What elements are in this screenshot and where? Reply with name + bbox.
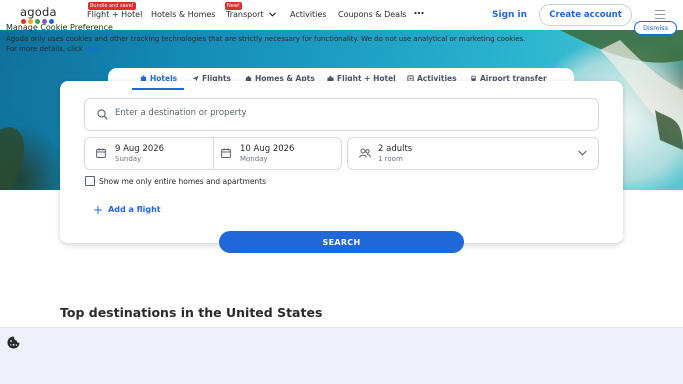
destination-input[interactable] bbox=[115, 108, 585, 118]
chevron-down-icon[interactable] bbox=[578, 150, 587, 156]
nav-hotels-homes[interactable]: Hotels & Homes bbox=[151, 10, 215, 19]
plus-icon: + bbox=[93, 202, 104, 217]
nav-coupons-deals[interactable]: Coupons & Deals bbox=[338, 10, 406, 19]
dismiss-button[interactable]: Dismiss bbox=[634, 21, 677, 35]
nav-activities[interactable]: Activities bbox=[290, 10, 327, 19]
search-icon bbox=[97, 109, 108, 120]
date-divider bbox=[213, 138, 214, 169]
occupancy-adults: 2 adults bbox=[378, 144, 413, 154]
entire-homes-checkbox[interactable] bbox=[85, 176, 95, 186]
cookie-details-link[interactable]: here bbox=[85, 45, 101, 53]
checkin-day: Sunday bbox=[115, 155, 142, 163]
search-button[interactable]: SEARCH bbox=[219, 231, 464, 253]
agoda-logo[interactable]: agoda bbox=[20, 5, 60, 25]
sign-in-link[interactable]: Sign in bbox=[492, 10, 527, 20]
nav-flight-hotel[interactable]: Flight + Hotel bbox=[87, 10, 142, 19]
destination-field[interactable] bbox=[84, 98, 599, 131]
cookie-text: Agoda only uses cookies and other tracki… bbox=[6, 35, 526, 53]
logo-text: agoda bbox=[20, 5, 57, 19]
bundle-badge: Bundle and save! bbox=[88, 2, 136, 10]
calendar-checkout-icon bbox=[221, 148, 231, 158]
entire-homes-label[interactable]: Show me only entire homes and apartments bbox=[99, 177, 266, 186]
cookie-banner bbox=[0, 327, 683, 384]
new-badge: New! bbox=[225, 2, 242, 10]
cookie-icon bbox=[7, 336, 20, 349]
occupancy-rooms: 1 room bbox=[378, 155, 403, 163]
ellipsis-icon[interactable] bbox=[414, 8, 424, 21]
calendar-checkin-icon bbox=[96, 148, 106, 158]
checkout-date[interactable]: 10 Aug 2026 bbox=[240, 144, 294, 154]
checkin-date[interactable]: 9 Aug 2026 bbox=[115, 144, 164, 154]
create-account-button[interactable]: Create account bbox=[539, 4, 632, 26]
cookie-description: Agoda only uses cookies and other tracki… bbox=[6, 35, 526, 54]
nav-transport-label: Transport bbox=[226, 10, 264, 19]
guests-icon bbox=[359, 148, 371, 158]
active-tab-indicator bbox=[132, 88, 184, 90]
nav-transport[interactable]: Transport bbox=[226, 10, 276, 19]
cookie-title: Manage Cookie Preference bbox=[6, 23, 113, 32]
checkout-day: Monday bbox=[240, 155, 268, 163]
add-flight-button[interactable]: + Add a flight bbox=[93, 202, 161, 217]
section-title: Top destinations in the United States bbox=[60, 305, 323, 320]
chevron-down-icon bbox=[269, 12, 276, 17]
add-flight-label: Add a flight bbox=[108, 205, 161, 214]
